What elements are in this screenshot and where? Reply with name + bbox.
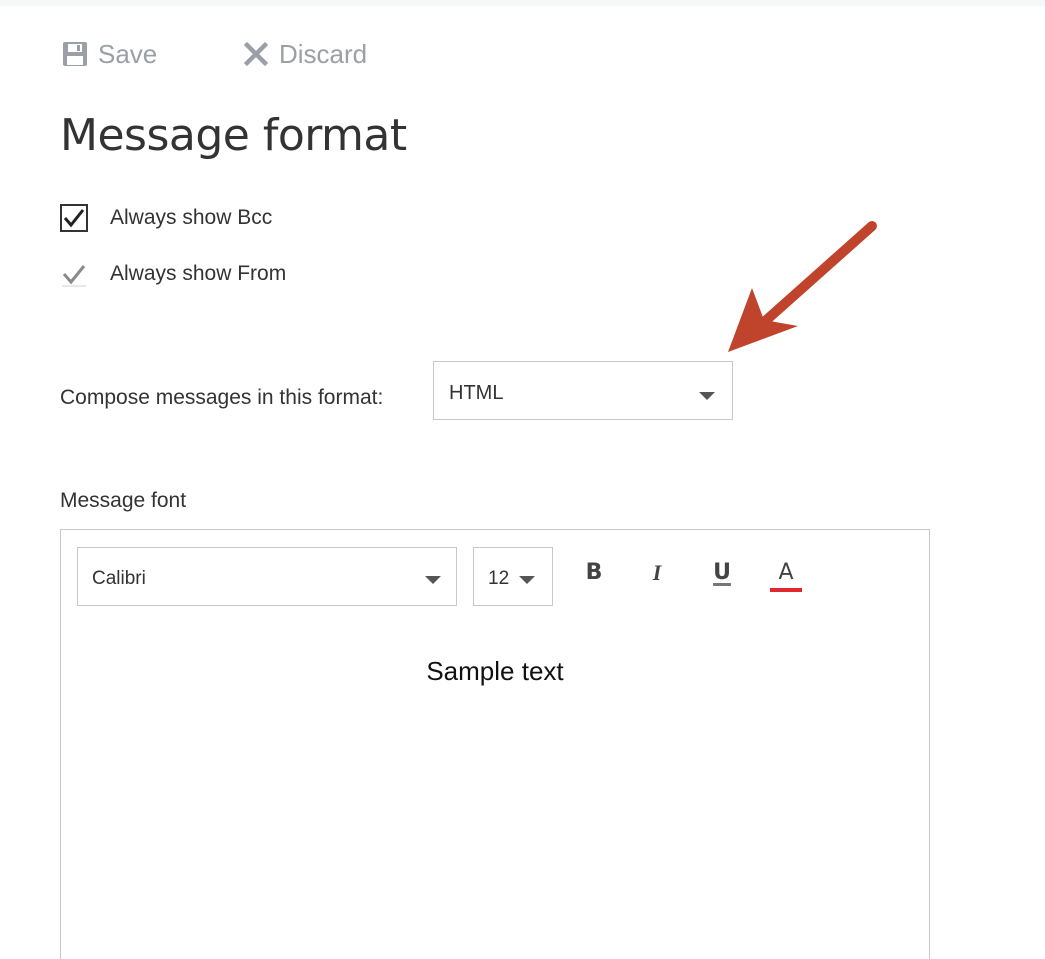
discard-label: Discard	[279, 38, 368, 69]
compose-format-dropdown[interactable]: HTML	[433, 361, 733, 420]
bold-button[interactable]: B	[577, 560, 611, 600]
always-show-from-checkbox[interactable]	[60, 260, 88, 288]
chevron-down-icon	[519, 576, 535, 584]
font-family-value: Calibri	[92, 568, 146, 589]
italic-button[interactable]: I	[640, 560, 674, 600]
chevron-down-icon	[699, 392, 715, 400]
font-size-dropdown[interactable]: 12	[473, 547, 553, 606]
font-color-button[interactable]: A	[769, 560, 803, 600]
annotation-arrow-icon	[728, 221, 877, 352]
save-label: Save	[98, 38, 158, 69]
always-show-from-label: Always show From	[110, 262, 287, 285]
always-show-bcc-checkbox[interactable]	[60, 204, 88, 232]
close-x-icon	[243, 41, 269, 67]
always-show-bcc-option[interactable]: Always show Bcc	[60, 203, 272, 233]
chevron-down-icon	[425, 576, 441, 584]
font-size-value: 12	[488, 568, 510, 589]
floppy-disk-icon	[62, 41, 88, 67]
page-title: Message format	[60, 110, 407, 161]
top-divider	[0, 0, 1045, 6]
message-font-heading: Message font	[60, 489, 187, 512]
italic-icon: I	[652, 560, 662, 585]
always-show-bcc-label: Always show Bcc	[110, 206, 273, 229]
sample-text: Sample text	[426, 656, 564, 686]
underline-icon: U	[713, 560, 731, 585]
compose-format-value: HTML	[449, 382, 504, 404]
checkmark-icon	[63, 209, 85, 228]
underline-button[interactable]: U	[705, 560, 739, 600]
font-family-dropdown[interactable]: Calibri	[77, 547, 457, 606]
checkmark-icon	[62, 265, 86, 287]
font-color-swatch	[770, 588, 802, 592]
compose-format-label: Compose messages in this format:	[60, 386, 384, 409]
font-color-icon: A	[778, 560, 794, 585]
save-button[interactable]: Save	[62, 36, 157, 72]
discard-button[interactable]: Discard	[243, 36, 367, 72]
bold-icon: B	[585, 560, 603, 585]
always-show-from-option[interactable]: Always show From	[60, 259, 286, 289]
